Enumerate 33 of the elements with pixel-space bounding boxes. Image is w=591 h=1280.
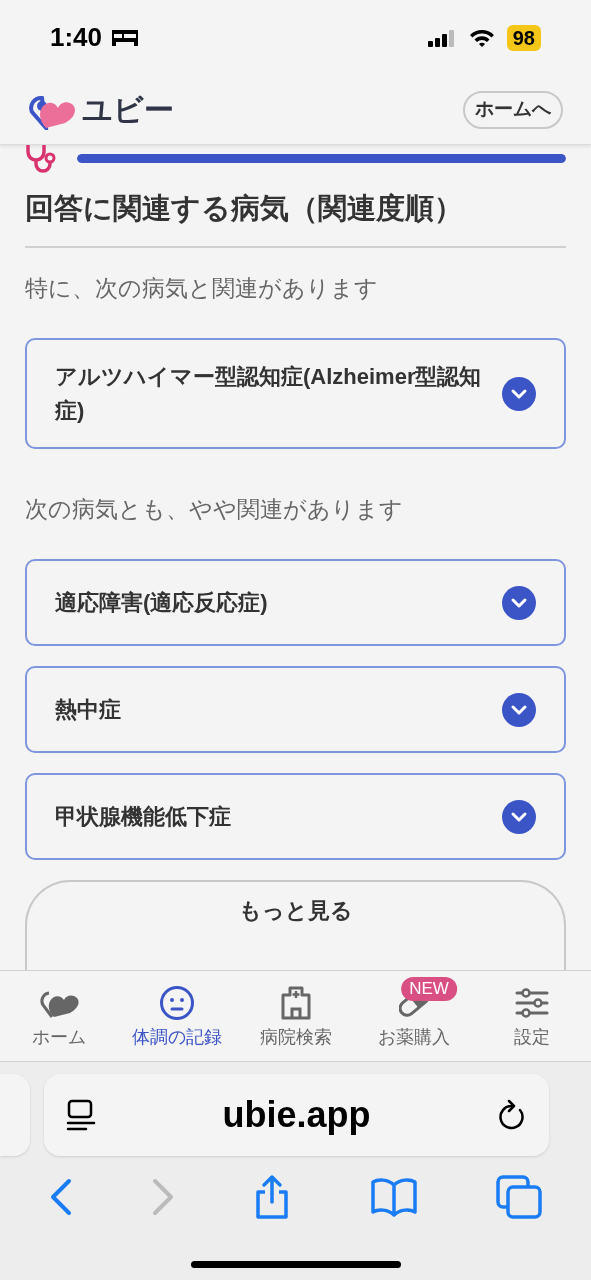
page-menu-icon[interactable] [66,1098,96,1132]
chevron-down-icon [502,376,536,411]
chevron-down-icon [502,799,536,834]
tab[interactable]: 病院検索 [236,971,355,1061]
tabs-icon[interactable] [496,1175,543,1219]
address-bar[interactable]: ubie.app [44,1074,549,1156]
chevron-down-icon [502,585,536,620]
disease-item[interactable]: 適応障害(適応反応症) [25,559,566,646]
section-subtitle: 特に、次の病気と関連があります [25,274,379,303]
disease-item[interactable]: 甲状腺機能低下症 [25,773,566,860]
chevron-down-icon [502,692,536,727]
tab[interactable]: 設定 [472,971,591,1061]
bed-icon [110,27,141,48]
logo-text: ユビー [82,92,174,128]
reload-icon[interactable] [497,1098,527,1132]
tab[interactable]: ホーム [0,971,119,1061]
tab[interactable]: 体調の記録 [118,971,237,1061]
face-icon [159,985,196,1021]
wifi-icon [468,27,495,48]
url-text: ubie.app [221,1093,372,1137]
section-subtitle: 次の病気とも、やや関連があります [25,495,404,524]
home-button[interactable]: ホームへ [463,90,563,129]
status-time: 1:40 [50,21,103,54]
battery-level: 98 [506,24,541,51]
sliders-icon [513,985,550,1021]
tab[interactable]: NEW お薬購入 [354,971,473,1061]
new-badge: NEW [401,977,457,1001]
disease-item[interactable]: 熱中症 [25,666,566,753]
book-icon[interactable] [370,1177,419,1217]
disease-item[interactable]: アルツハイマー型認知症(Alzheimer型認知症) [25,338,566,449]
signal-icon [426,27,457,48]
section-title: 回答に関連する病気（関連度順） [25,188,566,248]
back-icon[interactable] [48,1178,73,1216]
